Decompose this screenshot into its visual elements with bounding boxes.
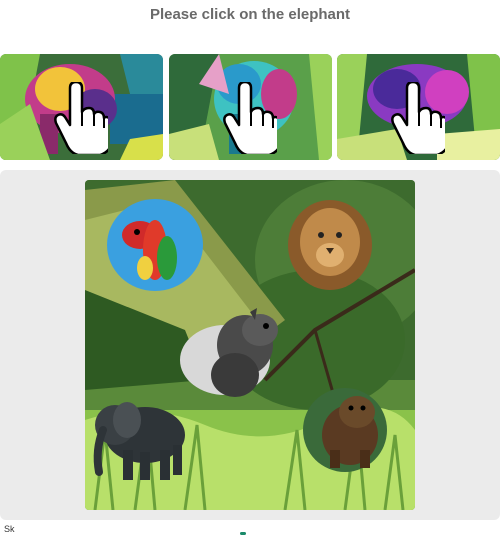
challenge-image[interactable] [85,180,415,510]
bear-animal[interactable] [303,388,387,472]
footer-indicator [240,532,246,535]
example-thumbnail-3[interactable] [337,54,500,160]
example-thumbnails [0,54,500,160]
challenge-prompt: Please click on the elephant [149,6,351,23]
parrot-animal[interactable] [107,199,203,291]
footer: Sk [0,524,500,536]
example-thumbnail-2[interactable] [169,54,332,160]
jungle-scene [85,180,415,510]
pointer-hand-icon [391,82,445,154]
lion-animal[interactable] [288,200,372,290]
example-thumbnail-1[interactable] [0,54,163,160]
footer-text: Sk [4,524,15,534]
pointer-hand-icon [223,82,277,154]
pointer-hand-icon [54,82,108,154]
